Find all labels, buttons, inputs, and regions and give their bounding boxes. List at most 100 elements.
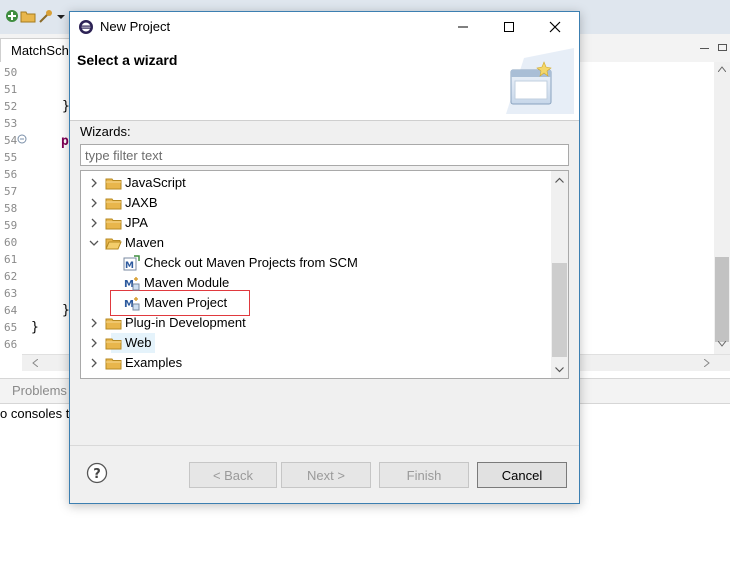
footer-separator — [70, 445, 579, 446]
tree-item-maven[interactable]: Maven — [81, 233, 551, 253]
console-message: o consoles t — [0, 406, 70, 421]
scroll-right-icon[interactable] — [704, 359, 710, 367]
chevron-up-icon — [555, 177, 564, 183]
cancel-button[interactable]: Cancel — [477, 462, 567, 488]
tree-item-maven-project[interactable]: M Maven Project — [81, 293, 551, 313]
line-number: 58 — [4, 202, 18, 215]
maven-project-icon: M — [124, 297, 140, 311]
minimize-button[interactable] — [440, 12, 486, 42]
folder-icon — [105, 318, 122, 330]
line-number: 56 — [4, 168, 18, 181]
line-number: 54 — [4, 134, 18, 147]
line-number: 60 — [4, 236, 18, 249]
close-button[interactable] — [532, 12, 578, 42]
dialog-title: New Project — [100, 19, 171, 34]
tree-item-label: JavaScript — [125, 175, 186, 190]
problems-tab[interactable]: Problems — [12, 383, 67, 398]
next-button[interactable]: Next > — [281, 462, 371, 488]
scroll-left-icon[interactable] — [32, 359, 38, 367]
folder-icon — [105, 178, 122, 190]
tree-item-label: Maven Module — [144, 275, 230, 290]
maximize-button[interactable] — [486, 12, 532, 42]
svg-text:?: ? — [93, 467, 101, 482]
chevron-down-icon — [555, 366, 564, 372]
line-number: 52 — [4, 100, 18, 113]
line-number: 63 — [4, 287, 18, 300]
maximize-icon[interactable] — [718, 44, 727, 51]
new-wizard-icon[interactable] — [4, 8, 20, 24]
chevron-right-icon[interactable] — [87, 336, 101, 350]
back-button[interactable]: < Back — [189, 462, 277, 488]
maven-module-icon: M — [124, 277, 140, 291]
tree-item-label: JPA — [125, 215, 148, 230]
code-keyword: p — [61, 134, 69, 149]
line-number: 57 — [4, 185, 18, 198]
tree-item-web[interactable]: Web — [81, 333, 551, 353]
chevron-right-icon[interactable] — [87, 216, 101, 230]
chevron-right-icon[interactable] — [87, 356, 101, 370]
close-icon — [549, 21, 561, 33]
wizards-label: Wizards: — [80, 124, 131, 139]
scrollbar-thumb[interactable] — [715, 257, 729, 342]
scrollbar-thumb[interactable] — [552, 263, 567, 357]
editor-vertical-scrollbar[interactable] — [714, 62, 730, 354]
tree-item-plugin-development[interactable]: Plug-in Development — [81, 313, 551, 333]
minimize-icon — [458, 26, 468, 28]
chevron-right-icon[interactable] — [87, 196, 101, 210]
tree-item-jaxb[interactable]: JAXB — [81, 193, 551, 213]
fold-collapse-icon[interactable] — [17, 134, 27, 144]
finish-button[interactable]: Finish — [379, 462, 469, 488]
line-number-gutter: 50 51 52 53 54 55 56 57 58 59 60 61 62 63 64 65 66 — [0, 62, 22, 354]
line-number: 59 — [4, 219, 18, 232]
maximize-icon — [504, 22, 514, 32]
code-brace: } — [31, 320, 39, 335]
line-number: 66 — [4, 338, 18, 351]
editor-tab-label: MatchSche — [11, 43, 77, 58]
run-tool-icon[interactable] — [38, 8, 54, 24]
tree-item-label: Maven Project — [144, 295, 228, 310]
dropdown-arrow-icon[interactable] — [56, 8, 66, 24]
tree-item-maven-module[interactable]: M Maven Module — [81, 273, 551, 293]
line-number: 64 — [4, 304, 18, 317]
svg-text:M: M — [125, 261, 134, 271]
wizard-banner-icon — [506, 48, 574, 114]
wizard-header: Select a wizard — [70, 42, 579, 121]
folder-icon — [105, 358, 122, 370]
tree-item-label: Examples — [125, 355, 183, 370]
tree-item-label: JAXB — [125, 195, 158, 210]
tree-item-label: Web — [125, 335, 152, 350]
filter-input[interactable] — [80, 144, 569, 166]
line-number: 51 — [4, 83, 18, 96]
tree-item-javascript[interactable]: JavaScript — [81, 173, 551, 193]
wizard-tree[interactable]: JavaScript JAXB JPA Maven M Check out Ma… — [80, 170, 569, 379]
maven-scm-icon: M — [123, 255, 140, 271]
dialog-titlebar[interactable]: New Project — [70, 12, 579, 42]
line-number: 61 — [4, 253, 18, 266]
line-number: 55 — [4, 151, 18, 164]
open-folder-icon — [105, 238, 122, 250]
line-number: 62 — [4, 270, 18, 283]
eclipse-logo-icon — [79, 20, 93, 34]
scroll-down-button[interactable] — [551, 361, 568, 378]
line-number: 50 — [4, 66, 18, 79]
page-title: Select a wizard — [77, 52, 178, 68]
minimize-icon[interactable] — [700, 48, 709, 50]
scroll-up-button[interactable] — [551, 171, 568, 188]
tree-item-jpa[interactable]: JPA — [81, 213, 551, 233]
chevron-down-icon[interactable] — [87, 236, 101, 250]
line-number: 53 — [4, 117, 18, 130]
tree-item-maven-checkout-scm[interactable]: M Check out Maven Projects from SCM — [81, 253, 551, 273]
folder-icon — [105, 218, 122, 230]
scroll-down-icon[interactable] — [718, 341, 726, 347]
tree-item-examples[interactable]: Examples — [81, 353, 551, 373]
help-icon[interactable]: ? — [86, 462, 108, 484]
tree-vertical-scrollbar[interactable] — [551, 171, 568, 378]
tree-item-label: Plug-in Development — [125, 315, 246, 330]
scroll-up-icon[interactable] — [718, 66, 726, 72]
chevron-right-icon[interactable] — [87, 316, 101, 330]
tree-item-label: Maven — [125, 235, 165, 250]
chevron-right-icon[interactable] — [87, 176, 101, 190]
open-folder-icon[interactable] — [20, 8, 36, 24]
folder-icon — [105, 338, 122, 350]
line-number: 65 — [4, 321, 18, 334]
